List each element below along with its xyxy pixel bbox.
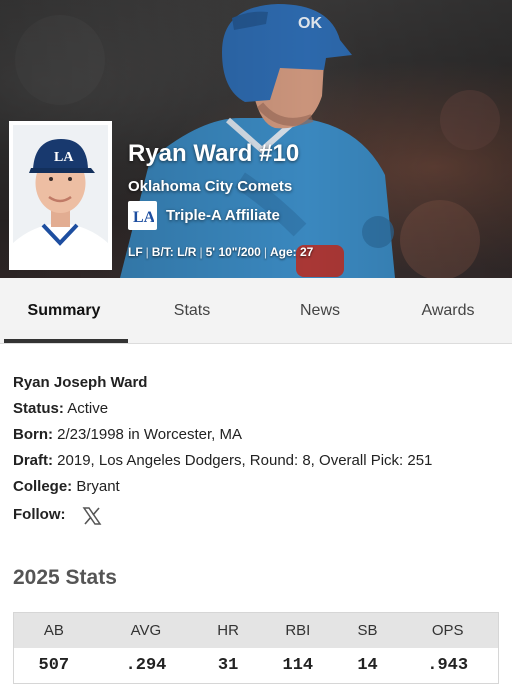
- season-stats-title: 2025 Stats: [13, 566, 117, 589]
- college-label: College:: [13, 478, 73, 495]
- headshot-image: LA: [13, 125, 108, 266]
- player-hero: OK LA Ryan Ward #10 Oklahoma City Comets…: [0, 0, 512, 278]
- x-icon[interactable]: [82, 506, 104, 528]
- stats-value-row: 507 .294 31 114 14 .943: [14, 648, 498, 683]
- bio-height-weight: 5' 10"/200: [205, 245, 261, 259]
- affiliate-label[interactable]: Triple-A Affiliate: [166, 207, 280, 224]
- status-label: Status:: [13, 400, 64, 417]
- draft-row: Draft: 2019, Los Angeles Dodgers, Round:…: [13, 450, 503, 476]
- divider: |: [263, 245, 267, 259]
- stats-header-rbi: RBI: [285, 622, 311, 639]
- stats-header-ops: OPS: [431, 622, 464, 639]
- stats-value-hr: 31: [217, 656, 239, 675]
- player-summary: Ryan Joseph Ward Status: Active Born: 2/…: [13, 372, 503, 528]
- divider: |: [199, 245, 203, 259]
- dodgers-logo-icon[interactable]: LA: [128, 201, 157, 230]
- tab-summary[interactable]: Summary: [0, 278, 128, 343]
- status-value: Active: [67, 400, 109, 417]
- status-row: Status: Active: [13, 398, 503, 424]
- follow-label: Follow:: [13, 506, 66, 523]
- svg-text:LA: LA: [133, 209, 154, 226]
- tab-awards[interactable]: Awards: [384, 278, 512, 343]
- stats-header-sb: SB: [357, 622, 378, 639]
- player-headshot: LA: [9, 121, 112, 270]
- born-value: 2/23/1998 in Worcester, MA: [57, 426, 242, 443]
- college-row: College: Bryant: [13, 476, 503, 502]
- draft-label: Draft:: [13, 452, 53, 469]
- bio-age: Age: 27: [269, 245, 314, 259]
- profile-tabs: Summary Stats News Awards: [0, 278, 512, 344]
- stats-value-ab: 507: [38, 656, 70, 675]
- follow-row: Follow:: [13, 502, 503, 528]
- draft-value: 2019, Los Angeles Dodgers, Round: 8, Ove…: [57, 452, 433, 469]
- born-row: Born: 2/23/1998 in Worcester, MA: [13, 424, 503, 450]
- divider: |: [145, 245, 149, 259]
- svg-text:LA: LA: [54, 150, 74, 165]
- stats-value-ops: .943: [427, 656, 469, 675]
- stats-value-rbi: 114: [282, 656, 314, 675]
- player-bio-line: LF | B/T: L/R | 5' 10"/200 | Age: 27: [128, 245, 313, 259]
- season-stats-table: AB AVG HR RBI SB OPS 507 .294 31 114 14 …: [13, 612, 499, 684]
- player-name: Ryan Ward #10: [128, 140, 300, 167]
- born-label: Born:: [13, 426, 53, 443]
- stats-value-sb: 14: [357, 656, 378, 675]
- tab-stats[interactable]: Stats: [128, 278, 256, 343]
- bio-position: LF: [128, 245, 143, 259]
- full-name: Ryan Joseph Ward: [13, 374, 148, 391]
- bio-bats-throws: B/T: L/R: [151, 245, 197, 259]
- stats-value-avg: .294: [125, 656, 167, 675]
- college-value: Bryant: [76, 478, 120, 495]
- stats-header-ab: AB: [43, 622, 64, 639]
- stats-header-row: AB AVG HR RBI SB OPS: [14, 613, 498, 648]
- team-name[interactable]: Oklahoma City Comets: [128, 178, 292, 195]
- stats-header-avg: AVG: [130, 622, 162, 639]
- stats-header-hr: HR: [217, 622, 239, 639]
- tab-news[interactable]: News: [256, 278, 384, 343]
